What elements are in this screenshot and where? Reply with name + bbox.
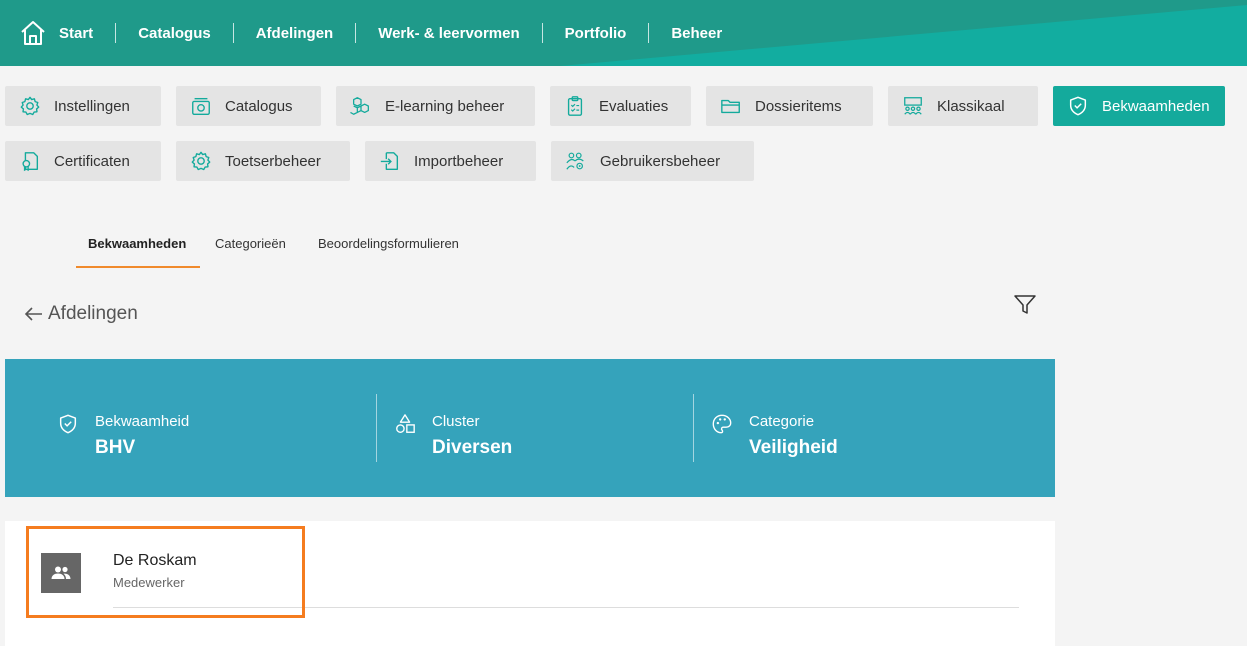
module-label: Evaluaties bbox=[599, 97, 669, 115]
panel-divider bbox=[693, 394, 694, 462]
home-icon bbox=[21, 21, 45, 45]
bekwaamheid-label: Bekwaamheid bbox=[95, 413, 190, 430]
nav-label-beheer: Beheer bbox=[671, 24, 723, 42]
import-icon bbox=[380, 152, 399, 170]
module-label: Catalogus bbox=[225, 97, 293, 115]
folder-icon bbox=[721, 99, 740, 114]
bekwaamheid-value: BHV bbox=[95, 437, 136, 458]
module-label: Toetserbeheer bbox=[225, 152, 321, 170]
back-link[interactable]: Afdelingen bbox=[24, 303, 138, 325]
module-label: Gebruikersbeheer bbox=[600, 152, 721, 170]
nav-label-start: Start bbox=[59, 24, 94, 42]
module-klassikaal-button[interactable]: Klassikaal bbox=[888, 86, 1038, 126]
nav-start[interactable]: Start bbox=[19, 0, 93, 66]
categorie-value: Veiligheid bbox=[749, 437, 838, 458]
module-label: Importbeheer bbox=[414, 152, 504, 170]
top-navigation-bar: Start Catalogus Afdelingen Werk- & leerv… bbox=[0, 0, 1247, 66]
module-importbeheer-button[interactable]: Importbeheer bbox=[365, 141, 536, 181]
clipboard-icon bbox=[567, 96, 583, 116]
palette-icon bbox=[712, 414, 732, 434]
tab-beoordelingsformulieren[interactable]: Beoordelingsformulieren bbox=[318, 236, 459, 251]
module-gebruikersbeheer-button[interactable]: Gebruikersbeheer bbox=[551, 141, 754, 181]
tab-categorieen[interactable]: Categorieën bbox=[215, 236, 286, 251]
module-label: Instellingen bbox=[54, 97, 130, 115]
module-label: Certificaten bbox=[54, 152, 130, 170]
nav-separator bbox=[355, 23, 357, 43]
module-instellingen-button[interactable]: Instellingen bbox=[5, 86, 161, 126]
shapes-icon bbox=[396, 414, 415, 433]
module-toetserbeheer-button[interactable]: Toetserbeheer bbox=[176, 141, 350, 181]
classroom-icon bbox=[904, 97, 922, 115]
module-label: Bekwaamheden bbox=[1102, 97, 1210, 115]
gear-icon bbox=[20, 96, 40, 116]
nav-label-afdelingen: Afdelingen bbox=[255, 24, 334, 42]
gear-icon bbox=[191, 151, 211, 171]
tab-bekwaamheden[interactable]: Bekwaamheden bbox=[88, 236, 186, 251]
nav-catalogus[interactable]: Catalogus bbox=[138, 0, 211, 66]
nav-separator bbox=[115, 23, 117, 43]
nav-label-werk-leervormen: Werk- & leervormen bbox=[378, 24, 520, 42]
catalog-icon bbox=[192, 97, 210, 115]
certificate-icon bbox=[22, 152, 39, 172]
shield-check-icon bbox=[59, 414, 77, 434]
filter-icon[interactable] bbox=[1013, 294, 1037, 316]
active-tab-indicator bbox=[76, 266, 200, 268]
module-elearning-button[interactable]: E-learning beheer bbox=[336, 86, 535, 126]
module-evaluaties-button[interactable]: Evaluaties bbox=[550, 86, 691, 126]
arrow-left-icon bbox=[24, 307, 42, 321]
panel-divider bbox=[376, 394, 377, 462]
back-link-label: Afdelingen bbox=[48, 303, 138, 324]
nav-werk-leervormen[interactable]: Werk- & leervormen bbox=[378, 0, 519, 66]
cubes-icon bbox=[350, 97, 369, 115]
nav-portfolio[interactable]: Portfolio bbox=[565, 0, 627, 66]
nav-separator bbox=[648, 23, 650, 43]
shield-check-icon bbox=[1069, 96, 1087, 116]
module-dossieritems-button[interactable]: Dossieritems bbox=[706, 86, 873, 126]
nav-beheer[interactable]: Beheer bbox=[671, 0, 722, 66]
categorie-label: Categorie bbox=[749, 413, 815, 430]
highlight-box bbox=[26, 526, 305, 618]
cluster-value: Diversen bbox=[432, 437, 513, 458]
module-certificaten-button[interactable]: Certificaten bbox=[5, 141, 161, 181]
nav-separator bbox=[232, 23, 234, 43]
module-label: Dossieritems bbox=[755, 97, 842, 115]
users-gear-icon bbox=[566, 152, 584, 170]
module-label: Klassikaal bbox=[937, 97, 1005, 115]
module-catalogus-button[interactable]: Catalogus bbox=[176, 86, 321, 126]
module-label: E-learning beheer bbox=[385, 97, 505, 115]
nav-afdelingen[interactable]: Afdelingen bbox=[256, 0, 334, 66]
nav-label-portfolio: Portfolio bbox=[564, 24, 627, 42]
nav-label-catalogus: Catalogus bbox=[138, 24, 211, 42]
module-bekwaamheden-button[interactable]: Bekwaamheden bbox=[1053, 86, 1225, 126]
competence-info-panel: Bekwaamheid BHV Cluster Diversen Categor… bbox=[5, 359, 1055, 497]
nav-separator bbox=[541, 23, 543, 43]
cluster-label: Cluster bbox=[432, 413, 480, 430]
